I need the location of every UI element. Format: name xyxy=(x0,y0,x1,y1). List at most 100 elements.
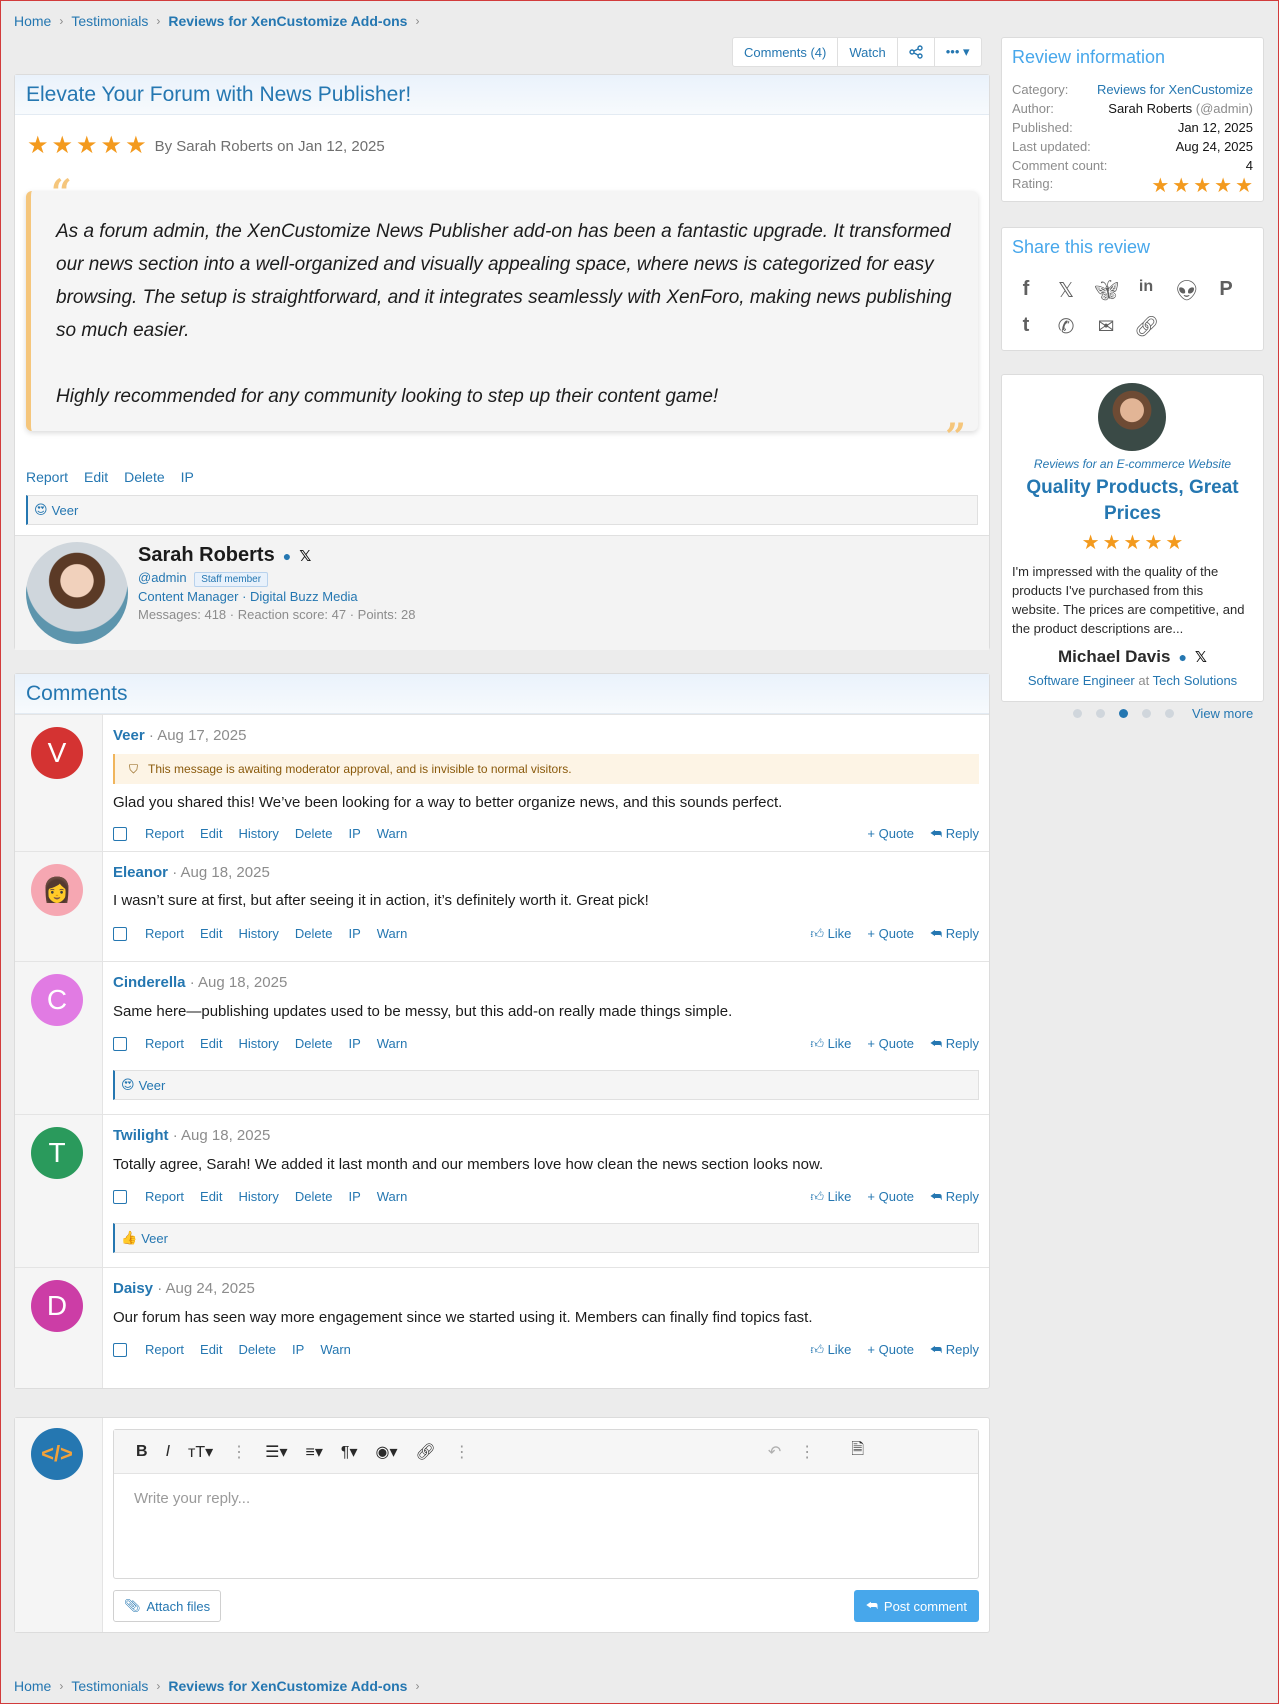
select-checkbox[interactable] xyxy=(113,826,127,841)
comment-date[interactable]: · Aug 18, 2025 xyxy=(172,864,270,881)
quote-button[interactable]: + Quote xyxy=(867,826,914,842)
watch-button[interactable]: Watch xyxy=(838,38,898,66)
reaction-user[interactable]: Veer xyxy=(141,1231,168,1246)
delete-link[interactable]: Delete xyxy=(124,469,164,485)
warn-link[interactable]: Warn xyxy=(377,1189,408,1204)
comment-date[interactable]: · Aug 18, 2025 xyxy=(190,974,288,991)
comment-date[interactable]: · Aug 17, 2025 xyxy=(149,727,247,744)
align-icon[interactable]: ≡▾ xyxy=(306,1442,323,1462)
avatar[interactable]: 👩 xyxy=(31,864,83,916)
avatar[interactable]: T xyxy=(31,1127,83,1179)
edit-link[interactable]: Edit xyxy=(200,926,222,941)
facebook-icon[interactable]: ● xyxy=(1178,649,1186,665)
select-checkbox[interactable] xyxy=(113,926,127,941)
ip-link[interactable]: IP xyxy=(348,1189,360,1204)
report-link[interactable]: Report xyxy=(145,1036,184,1051)
delete-link[interactable]: Delete xyxy=(238,1342,276,1357)
like-button[interactable]: 👍︎ Like xyxy=(810,926,851,942)
report-link[interactable]: Report xyxy=(26,469,68,485)
edit-link[interactable]: Edit xyxy=(200,1342,222,1357)
more-icon[interactable]: ⋮ xyxy=(454,1442,470,1462)
history-link[interactable]: History xyxy=(238,1189,278,1204)
preview-doc-icon[interactable]: 🗎 xyxy=(851,1438,864,1465)
x-icon[interactable]: 𝕏 xyxy=(1195,648,1207,666)
testimonial-category[interactable]: Reviews for an E-commerce Website xyxy=(1002,457,1263,471)
quote-button[interactable]: + Quote xyxy=(867,926,914,942)
preview-eye-icon[interactable]: ◉▾ xyxy=(376,1442,398,1462)
quote-button[interactable]: + Quote xyxy=(867,1036,914,1052)
category-link[interactable]: Reviews for XenCustomize xyxy=(1097,82,1253,97)
reply-input[interactable]: Write your reply... xyxy=(114,1474,978,1523)
report-link[interactable]: Report xyxy=(145,1189,184,1204)
carousel-dot[interactable] xyxy=(1073,709,1082,718)
reply-button[interactable]: ⮪ Reply xyxy=(930,926,979,942)
facebook-icon[interactable]: f xyxy=(1014,278,1038,303)
comment-author[interactable]: Twilight xyxy=(113,1127,169,1144)
quote-button[interactable]: + Quote xyxy=(867,1189,914,1205)
reddit-icon[interactable]: 👽︎ xyxy=(1174,278,1199,303)
ip-link[interactable]: IP xyxy=(348,826,360,841)
breadcrumb-testimonials[interactable]: Testimonials xyxy=(71,1678,148,1694)
avatar[interactable] xyxy=(26,542,128,644)
history-link[interactable]: History xyxy=(238,826,278,841)
warn-link[interactable]: Warn xyxy=(377,926,408,941)
comment-author[interactable]: Eleanor xyxy=(113,864,168,881)
carousel-dot[interactable] xyxy=(1165,709,1174,718)
avatar[interactable]: V xyxy=(31,727,83,779)
reaction-bar[interactable]: 👍 Veer xyxy=(113,1223,979,1253)
like-button[interactable]: 👍︎ Like xyxy=(810,1342,851,1358)
warn-link[interactable]: Warn xyxy=(377,826,408,841)
select-checkbox[interactable] xyxy=(113,1189,127,1204)
comment-date[interactable]: · Aug 18, 2025 xyxy=(173,1127,271,1144)
like-button[interactable]: 👍︎ Like xyxy=(810,1189,851,1205)
edit-link[interactable]: Edit xyxy=(200,826,222,841)
report-link[interactable]: Report xyxy=(145,826,184,841)
view-more-link[interactable]: View more xyxy=(1192,706,1253,721)
like-button[interactable]: 👍︎ Like xyxy=(810,1036,851,1052)
link-icon[interactable]: 🔗︎ xyxy=(416,1442,436,1462)
paragraph-icon[interactable]: ¶▾ xyxy=(341,1442,358,1462)
warn-link[interactable]: Warn xyxy=(320,1342,351,1357)
author-role[interactable]: Content Manager · Digital Buzz Media xyxy=(138,589,358,604)
ip-link[interactable]: IP xyxy=(181,469,194,485)
bluesky-icon[interactable]: 🦋︎ xyxy=(1094,278,1119,303)
more-icon[interactable]: ⋮ xyxy=(231,1442,247,1462)
quote-button[interactable]: + Quote xyxy=(867,1342,914,1358)
undo-icon[interactable]: ↶ xyxy=(768,1442,781,1462)
delete-link[interactable]: Delete xyxy=(295,1036,333,1051)
report-link[interactable]: Report xyxy=(145,926,184,941)
ip-link[interactable]: IP xyxy=(348,1036,360,1051)
select-checkbox[interactable] xyxy=(113,1342,127,1357)
share-button[interactable] xyxy=(898,38,935,66)
breadcrumb-home[interactable]: Home xyxy=(14,13,51,29)
comments-button[interactable]: Comments (4) xyxy=(733,38,839,66)
ip-link[interactable]: IP xyxy=(292,1342,304,1357)
warn-link[interactable]: Warn xyxy=(377,1036,408,1051)
tumblr-icon[interactable]: t xyxy=(1014,314,1038,339)
link-icon[interactable]: 🔗︎ xyxy=(1134,314,1159,339)
breadcrumb-home[interactable]: Home xyxy=(14,1678,51,1694)
history-link[interactable]: History xyxy=(238,1036,278,1051)
attach-files-button[interactable]: 📎︎ Attach files xyxy=(113,1590,222,1622)
linkedin-icon[interactable]: in xyxy=(1134,278,1158,303)
reaction-bar[interactable]: 😍 Veer xyxy=(26,495,978,525)
select-checkbox[interactable] xyxy=(113,1036,127,1051)
reaction-user[interactable]: Veer xyxy=(139,1078,166,1093)
info-value[interactable]: Sarah Roberts (@admin) xyxy=(1108,101,1253,116)
breadcrumb-current[interactable]: Reviews for XenCustomize Add-ons xyxy=(168,1678,407,1694)
delete-link[interactable]: Delete xyxy=(295,926,333,941)
carousel-dot[interactable] xyxy=(1142,709,1151,718)
reaction-user[interactable]: Veer xyxy=(52,503,79,518)
bold-icon[interactable]: B xyxy=(136,1443,148,1461)
edit-link[interactable]: Edit xyxy=(84,469,108,485)
edit-link[interactable]: Edit xyxy=(200,1189,222,1204)
reply-button[interactable]: ⮪ Reply xyxy=(930,826,979,842)
breadcrumb-testimonials[interactable]: Testimonials xyxy=(71,13,148,29)
history-link[interactable]: History xyxy=(238,926,278,941)
post-comment-button[interactable]: ⮪ Post comment xyxy=(853,1590,979,1622)
avatar[interactable]: D xyxy=(31,1280,83,1332)
list-icon[interactable]: ☰▾ xyxy=(265,1442,287,1462)
carousel-dot[interactable] xyxy=(1096,709,1105,718)
x-icon[interactable]: 𝕏 xyxy=(299,547,311,565)
reply-button[interactable]: ⮪ Reply xyxy=(930,1342,979,1358)
